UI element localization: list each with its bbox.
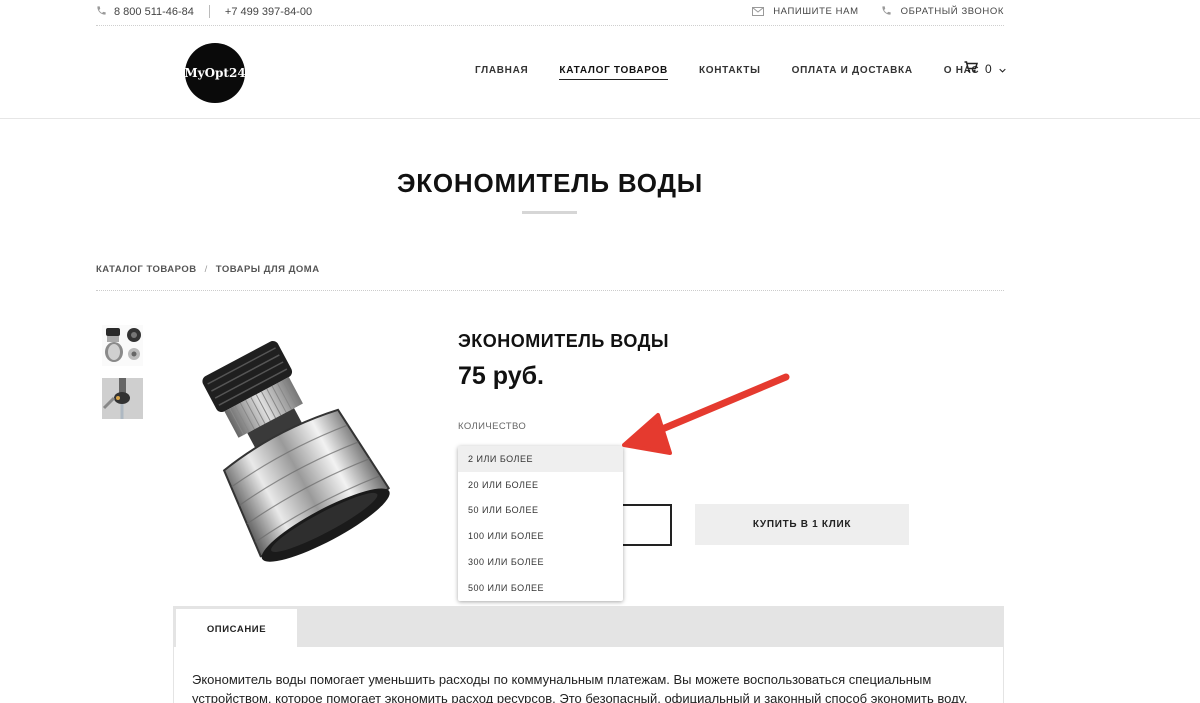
product-thumbnail-2[interactable]	[102, 378, 143, 419]
product-tabs-bar	[173, 606, 1004, 647]
page-title: ЭКОНОМИТЕЛЬ ВОДЫ	[396, 168, 704, 198]
top-bar: 8 800 511-46-84 +7 499 397-84-00 НАПИШИТ…	[96, 0, 1004, 26]
tab-description[interactable]: ОПИСАНИЕ	[176, 609, 297, 649]
breadcrumb: КАТАЛОГ ТОВАРОВ / ТОВАРЫ ДЛЯ ДОМА	[96, 264, 320, 275]
phone-callback-icon	[881, 5, 892, 18]
logo-text: MyOpt24	[184, 66, 246, 80]
top-bar-phones: 8 800 511-46-84 +7 499 397-84-00	[96, 5, 312, 18]
title-underline	[522, 211, 577, 214]
mail-icon	[752, 6, 765, 18]
quantity-option-20[interactable]: 20 ИЛИ БОЛЕЕ	[458, 472, 623, 498]
callback-label: ОБРАТНЫЙ ЗВОНОК	[900, 6, 1004, 17]
nav-item-home[interactable]: ГЛАВНАЯ	[475, 65, 528, 80]
site-logo[interactable]: MyOpt24	[184, 43, 246, 103]
quantity-dropdown[interactable]: 2 ИЛИ БОЛЕЕ 20 ИЛИ БОЛЕЕ 50 ИЛИ БОЛЕЕ 10…	[458, 446, 623, 601]
cart-icon	[964, 61, 979, 76]
write-us-label: НАПИШИТЕ НАМ	[773, 6, 859, 17]
chevron-down-icon	[999, 62, 1006, 76]
product-price: 75 руб.	[458, 362, 544, 390]
phone-2[interactable]: +7 499 397-84-00	[225, 6, 312, 18]
annotation-arrow-icon	[622, 373, 790, 455]
breadcrumb-separator: /	[204, 264, 208, 275]
callback-link[interactable]: ОБРАТНЫЙ ЗВОНОК	[881, 5, 1004, 18]
site-header: MyOpt24 ГЛАВНАЯ КАТАЛОГ ТОВАРОВ КОНТАКТЫ…	[0, 27, 1200, 119]
breadcrumb-home-goods[interactable]: ТОВАРЫ ДЛЯ ДОМА	[216, 264, 320, 275]
nav-item-payment-delivery[interactable]: ОПЛАТА И ДОСТАВКА	[792, 65, 913, 80]
phone-icon	[96, 5, 107, 18]
cart-button[interactable]: 0	[964, 61, 1006, 76]
phone-1[interactable]: 8 800 511-46-84	[96, 5, 194, 18]
phone-2-text: +7 499 397-84-00	[224, 5, 313, 18]
write-us-link[interactable]: НАПИШИТЕ НАМ	[752, 6, 858, 18]
breadcrumb-catalog[interactable]: КАТАЛОГ ТОВАРОВ	[96, 264, 197, 275]
product-name: ЭКОНОМИТЕЛЬ ВОДЫ	[458, 331, 670, 351]
phone-1-text: 8 800 511-46-84	[114, 5, 194, 18]
quantity-option-2[interactable]: 2 ИЛИ БОЛЕЕ	[458, 446, 623, 472]
quantity-option-50[interactable]: 50 ИЛИ БОЛЕЕ	[458, 498, 623, 524]
product-thumbnail-1[interactable]	[102, 325, 143, 366]
quantity-option-100[interactable]: 100 ИЛИ БОЛЕЕ	[458, 523, 623, 549]
main-nav: ГЛАВНАЯ КАТАЛОГ ТОВАРОВ КОНТАКТЫ ОПЛАТА …	[475, 65, 1010, 80]
buy-one-click-button[interactable]: КУПИТЬ В 1 КЛИК	[695, 504, 909, 545]
nav-item-contacts[interactable]: КОНТАКТЫ	[699, 65, 761, 80]
description-text: Экономитель воды помогает уменьшить расх…	[192, 672, 968, 703]
nav-item-catalog[interactable]: КАТАЛОГ ТОВАРОВ	[559, 65, 668, 80]
quantity-label: КОЛИЧЕСТВО	[458, 421, 527, 432]
top-bar-actions: НАПИШИТЕ НАМ ОБРАТНЫЙ ЗВОНОК	[752, 5, 1004, 18]
quantity-option-300[interactable]: 300 ИЛИ БОЛЕЕ	[458, 549, 623, 575]
breadcrumb-divider	[96, 290, 1004, 291]
cart-count: 0	[985, 61, 992, 76]
product-main-image[interactable]	[176, 320, 426, 582]
phone-separator	[208, 5, 210, 18]
quantity-option-500[interactable]: 500 ИЛИ БОЛЕЕ	[458, 575, 623, 601]
